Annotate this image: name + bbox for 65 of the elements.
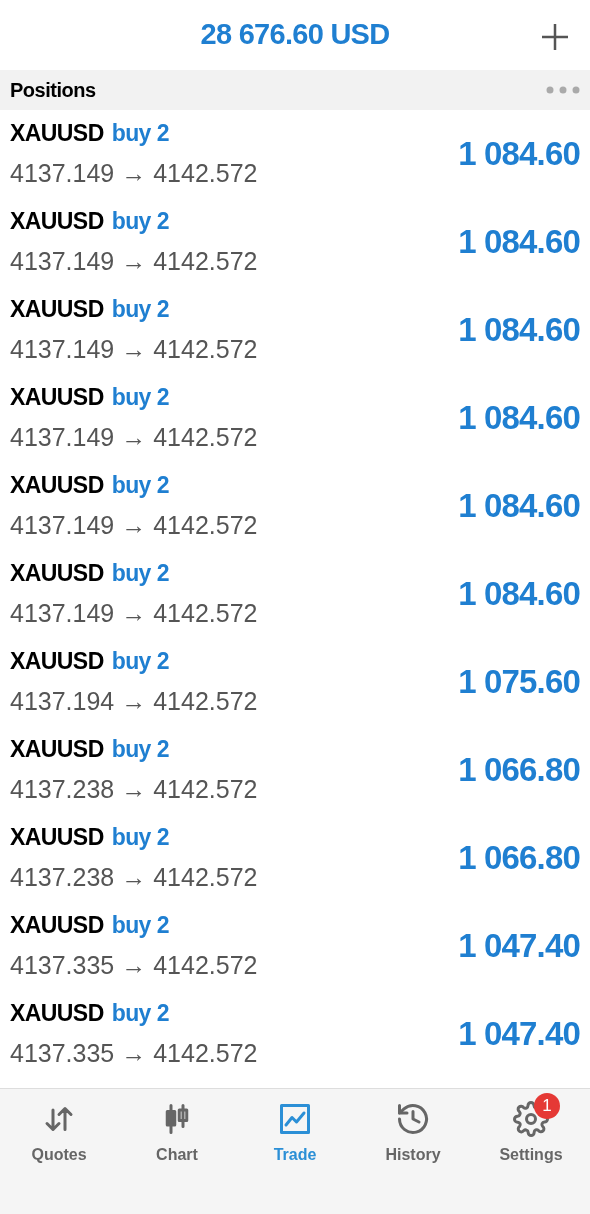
position-row[interactable]: XAUUSD buy 2 4137.335 → 4142.572 1 047.40 <box>0 902 590 990</box>
symbol: XAUUSD <box>10 999 104 1028</box>
add-icon[interactable] <box>540 22 570 52</box>
symbol: XAUUSD <box>10 647 104 676</box>
position-row[interactable]: XAUUSD buy 2 4137.149 → 4142.572 1 084.60 <box>0 374 590 462</box>
price-range: 4137.149 → 4142.572 <box>10 597 258 629</box>
position-row[interactable]: XAUUSD buy 2 4137.194 → 4142.572 1 075.60 <box>0 638 590 726</box>
order-side: buy 2 <box>111 207 169 236</box>
profit: 1 047.40 <box>458 1014 580 1055</box>
profit: 1 084.60 <box>458 310 580 351</box>
position-row[interactable]: XAUUSD buy 2 4137.238 → 4142.572 1 066.80 <box>0 726 590 814</box>
position-row[interactable]: XAUUSD buy 2 4137.149 → 4142.572 1 084.60 <box>0 550 590 638</box>
notification-badge: 1 <box>534 1093 560 1119</box>
price-range: 4137.149 → 4142.572 <box>10 333 258 365</box>
profit: 1 084.60 <box>458 486 580 527</box>
symbol: XAUUSD <box>10 383 104 412</box>
symbol: XAUUSD <box>10 735 104 764</box>
position-row[interactable]: XAUUSD buy 2 4137.149 → 4142.572 1 084.60 <box>0 110 590 198</box>
position-row[interactable]: XAUUSD buy 2 4137.149 → 4142.572 1 084.60 <box>0 198 590 286</box>
position-row[interactable]: XAUUSD buy 2 4137.149 → 4142.572 1 084.60 <box>0 462 590 550</box>
price-range: 4137.194 → 4142.572 <box>10 685 258 717</box>
price-range: 4137.149 → 4142.572 <box>10 157 258 189</box>
position-row[interactable]: XAUUSD buy 2 4137.335 → 4142.572 1 047.40 <box>0 990 590 1078</box>
position-row[interactable]: XAUUSD buy 2 4137.238 → 4142.572 1 066.80 <box>0 814 590 902</box>
profit: 1 084.60 <box>458 134 580 175</box>
order-side: buy 2 <box>111 999 169 1028</box>
order-side: buy 2 <box>111 735 169 764</box>
profit: 1 084.60 <box>458 574 580 615</box>
price-range: 4137.149 → 4142.572 <box>10 509 258 541</box>
order-side: buy 2 <box>111 647 169 676</box>
symbol: XAUUSD <box>10 911 104 940</box>
price-range: 4137.238 → 4142.572 <box>10 861 258 893</box>
profit: 1 075.60 <box>458 662 580 703</box>
tab[interactable]: Settings 1 <box>472 1091 590 1167</box>
order-side: buy 2 <box>111 471 169 500</box>
price-range: 4137.335 → 4142.572 <box>10 1037 258 1069</box>
position-row[interactable]: XAUUSD buy 2 4137.149 → 4142.572 1 084.60 <box>0 286 590 374</box>
profit: 1 084.60 <box>458 398 580 439</box>
order-side: buy 2 <box>111 295 169 324</box>
account-balance: 28 676.60 USD <box>200 17 390 53</box>
price-range: 4137.335 → 4142.572 <box>10 949 258 981</box>
symbol: XAUUSD <box>10 207 104 236</box>
history-icon <box>395 1101 431 1137</box>
tab[interactable]: Quotes <box>0 1091 118 1167</box>
order-side: buy 2 <box>111 119 169 148</box>
symbol: XAUUSD <box>10 295 104 324</box>
profit: 1 066.80 <box>458 838 580 879</box>
profit: 1 066.80 <box>458 750 580 791</box>
order-side: buy 2 <box>111 911 169 940</box>
symbol: XAUUSD <box>10 471 104 500</box>
symbol: XAUUSD <box>10 823 104 852</box>
tab[interactable]: History <box>354 1091 472 1167</box>
profit: 1 084.60 <box>458 222 580 263</box>
order-side: buy 2 <box>111 823 169 852</box>
order-side: buy 2 <box>111 383 169 412</box>
symbol: XAUUSD <box>10 119 104 148</box>
price-range: 4137.238 → 4142.572 <box>10 773 258 805</box>
order-side: buy 2 <box>111 559 169 588</box>
profit: 1 047.40 <box>458 926 580 967</box>
symbol: XAUUSD <box>10 559 104 588</box>
line-chart-icon <box>277 1101 313 1137</box>
price-range: 4137.149 → 4142.572 <box>10 245 258 277</box>
section-title: Positions <box>10 78 96 103</box>
price-range: 4137.149 → 4142.572 <box>10 421 258 453</box>
tab[interactable]: Chart <box>118 1091 236 1167</box>
